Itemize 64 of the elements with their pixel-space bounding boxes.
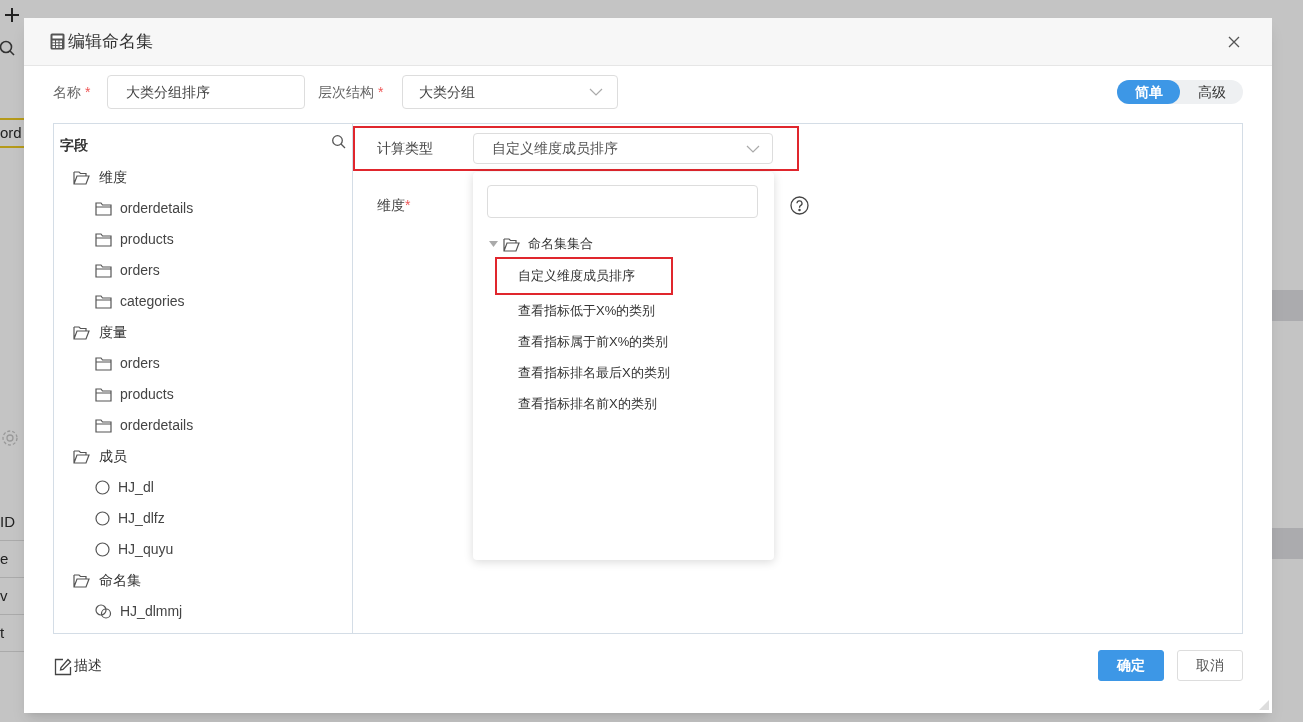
required-mark: * <box>85 82 91 102</box>
calc-type-select[interactable]: 自定义维度成员排序 <box>473 133 773 164</box>
search-icon[interactable] <box>332 135 346 149</box>
dropdown-group[interactable]: 命名集集合 <box>528 234 593 254</box>
tree-item[interactable]: HJ_dlfz <box>60 503 352 534</box>
tree-item[interactable]: HJ_dlmmj <box>60 596 352 627</box>
calculator-icon <box>50 33 65 50</box>
folder-icon <box>95 232 112 247</box>
panel-title: 字段 <box>60 135 88 155</box>
folder-open-icon <box>73 325 90 340</box>
help-icon[interactable] <box>790 195 809 215</box>
dropdown-search-field[interactable] <box>487 185 758 218</box>
folder-icon <box>95 263 112 278</box>
edit-icon[interactable] <box>54 658 72 676</box>
circle-icon <box>95 511 110 526</box>
chevron-down-icon <box>746 144 760 153</box>
tree-group[interactable]: 成员 <box>60 441 352 472</box>
tree-item[interactable]: products <box>60 379 352 410</box>
dropdown-option[interactable]: 查看指标属于前X%的类别 <box>495 326 760 357</box>
folder-open-icon <box>503 236 520 252</box>
hierarchy-label: 层次结构 <box>318 82 374 102</box>
tree-item[interactable]: orders <box>60 255 352 286</box>
calc-type-label: 计算类型 <box>377 139 434 158</box>
tree-item[interactable]: orderdetails <box>60 193 352 224</box>
dropdown-option[interactable]: 查看指标排名前X的类别 <box>495 388 760 419</box>
dropdown-option[interactable]: 自定义维度成员排序 <box>495 257 673 295</box>
mode-tab[interactable]: 高级 <box>1180 80 1243 104</box>
tree-item[interactable]: HJ_dl <box>60 472 352 503</box>
describe-label[interactable]: 描述 <box>74 655 102 676</box>
required-mark: * <box>378 82 384 102</box>
dialog-title: 编辑命名集 <box>68 30 153 53</box>
search-icon[interactable] <box>0 40 16 56</box>
tree-group[interactable]: 度量 <box>60 317 352 348</box>
circle-icon <box>95 480 110 495</box>
resize-handle-icon[interactable] <box>1259 700 1269 710</box>
background-row <box>1272 528 1303 559</box>
name-input[interactable]: 大类分组排序 <box>107 75 305 109</box>
tree-item[interactable]: products <box>60 224 352 255</box>
folder-open-icon <box>73 573 90 588</box>
folder-icon <box>95 201 112 216</box>
cancel-button[interactable]: 取消 <box>1177 650 1243 681</box>
name-label: 名称 <box>53 82 81 102</box>
tree-item[interactable]: categories <box>60 286 352 317</box>
folder-icon <box>95 294 112 309</box>
tree-item[interactable]: orderdetails <box>60 410 352 441</box>
folder-open-icon <box>73 449 90 464</box>
background-row <box>1272 290 1303 321</box>
tree-item[interactable]: HJ_quyu <box>60 534 352 565</box>
circle-icon <box>95 542 110 557</box>
folder-icon <box>95 387 112 402</box>
folder-icon <box>95 418 112 433</box>
dimension-label: 维度 <box>377 195 405 215</box>
folder-open-icon <box>73 170 90 185</box>
chevron-down-icon <box>589 88 603 96</box>
folder-icon <box>95 356 112 371</box>
dropdown-option[interactable]: 查看指标排名最后X的类别 <box>495 357 760 388</box>
hierarchy-select[interactable]: 大类分组 <box>402 75 618 109</box>
tree-group[interactable]: 维度 <box>60 162 352 193</box>
overlapping-circles-icon <box>95 604 112 619</box>
tree-item[interactable]: orders <box>60 348 352 379</box>
dropdown-option[interactable]: 查看指标低于X%的类别 <box>495 295 760 326</box>
plus-icon[interactable] <box>5 8 19 22</box>
tree-group[interactable]: 命名集 <box>60 565 352 596</box>
required-mark: * <box>405 195 411 215</box>
